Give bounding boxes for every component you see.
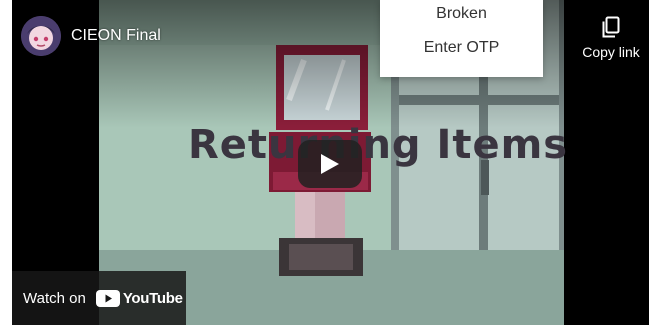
video-player[interactable]: Returning Items CIEON Final Copy link Wa… [12, 0, 649, 325]
video-header: CIEON Final [21, 16, 161, 56]
menu-item-enter-otp[interactable]: Enter OTP [380, 30, 543, 66]
copy-link-button[interactable]: Copy link [573, 16, 649, 70]
youtube-logo: YouTube [95, 289, 183, 307]
video-title[interactable]: CIEON Final [71, 27, 161, 45]
watch-on-youtube-button[interactable]: Watch on YouTube [12, 271, 186, 325]
menu-item-broken[interactable]: Broken [380, 0, 543, 30]
avatar-icon [21, 16, 61, 56]
copy-icon [602, 16, 620, 38]
copy-link-label: Copy link [582, 44, 640, 60]
youtube-wordmark: YouTube [122, 289, 183, 307]
channel-avatar[interactable] [21, 16, 61, 56]
dropdown-menu: Broken Enter OTP [380, 0, 543, 77]
play-icon [321, 154, 339, 174]
video-overlay-text: Returning Items [188, 122, 569, 168]
page: Returning Items CIEON Final Copy link Wa… [0, 0, 649, 325]
play-button[interactable] [298, 140, 362, 188]
youtube-logo-icon [95, 289, 120, 307]
watch-on-label: Watch on [23, 289, 86, 307]
